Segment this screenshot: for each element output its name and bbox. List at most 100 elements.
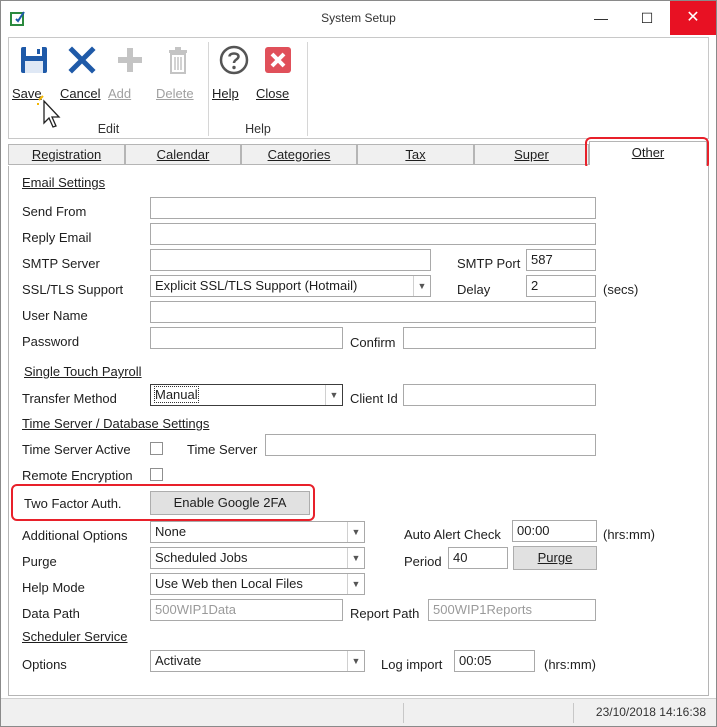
help-mode-value: Use Web then Local Files bbox=[155, 576, 303, 591]
data-path-input[interactable]: 500WIP1Data bbox=[150, 599, 343, 621]
ssl-tls-select[interactable]: Explicit SSL/TLS Support (Hotmail) ▼ bbox=[150, 275, 431, 297]
smtp-server-input[interactable] bbox=[150, 249, 431, 271]
purge-label: Purge bbox=[22, 554, 57, 569]
scheduler-options-select[interactable]: Activate ▼ bbox=[150, 650, 365, 672]
time-server-active-label: Time Server Active bbox=[22, 442, 131, 457]
group-label-help: Help bbox=[245, 122, 271, 136]
client-id-label: Client Id bbox=[350, 391, 398, 406]
log-import-label: Log import bbox=[381, 657, 443, 672]
status-datetime: 23/10/2018 14:16:38 bbox=[595, 705, 706, 719]
confirm-input[interactable] bbox=[403, 327, 596, 349]
log-import-unit-label: (hrs:mm) bbox=[544, 657, 596, 672]
window-close-button[interactable]: ✕ bbox=[670, 1, 716, 35]
client-id-input[interactable] bbox=[403, 384, 596, 406]
close-button[interactable]: Close bbox=[256, 44, 300, 104]
confirm-label: Confirm bbox=[350, 335, 396, 350]
add-label: Add bbox=[108, 86, 132, 101]
tab-super[interactable]: Super bbox=[474, 144, 589, 165]
transfer-method-select[interactable]: Manual ▼ bbox=[150, 384, 343, 406]
scheduler-options-value: Activate bbox=[155, 653, 202, 668]
help-icon bbox=[219, 45, 249, 75]
remote-encryption-label: Remote Encryption bbox=[22, 468, 133, 483]
time-server-label: Time Server bbox=[187, 442, 258, 457]
two-factor-highlight bbox=[11, 484, 315, 521]
delay-label: Delay bbox=[457, 282, 491, 297]
add-button[interactable]: Add bbox=[108, 44, 152, 104]
tab-calendar[interactable]: Calendar bbox=[125, 144, 241, 165]
scheduler-heading: Scheduler Service bbox=[22, 629, 128, 644]
add-icon bbox=[118, 48, 142, 72]
period-input[interactable]: 40 bbox=[448, 547, 508, 569]
maximize-button[interactable]: ☐ bbox=[624, 1, 670, 35]
transfer-method-value: Manual bbox=[154, 386, 199, 403]
auto-alert-unit-label: (hrs:mm) bbox=[603, 527, 655, 542]
password-input[interactable] bbox=[150, 327, 343, 349]
log-import-input[interactable]: 00:05 bbox=[454, 650, 535, 672]
delete-label: Delete bbox=[156, 86, 194, 101]
send-from-label: Send From bbox=[22, 204, 87, 219]
remote-encryption-checkbox[interactable] bbox=[150, 468, 163, 481]
delete-icon bbox=[169, 47, 187, 74]
chevron-down-icon: ▼ bbox=[347, 548, 364, 568]
smtp-port-label: SMTP Port bbox=[457, 256, 521, 271]
chevron-down-icon: ▼ bbox=[347, 651, 364, 671]
auto-alert-input[interactable]: 00:00 bbox=[512, 520, 597, 542]
status-divider bbox=[573, 703, 574, 723]
save-icon bbox=[21, 47, 47, 73]
purge-button[interactable]: Purge bbox=[513, 546, 597, 570]
transfer-method-label: Transfer Method bbox=[22, 391, 117, 406]
status-divider bbox=[403, 703, 404, 723]
smtp-server-label: SMTP Server bbox=[22, 256, 100, 271]
cancel-button[interactable]: Cancel bbox=[60, 44, 104, 104]
time-server-active-checkbox[interactable] bbox=[150, 442, 163, 455]
reply-email-label: Reply Email bbox=[22, 230, 92, 245]
chevron-down-icon: ▼ bbox=[347, 574, 364, 594]
auto-alert-label: Auto Alert Check bbox=[404, 527, 501, 542]
ribbon: Save Cancel Add Delete Help Close Edit H… bbox=[8, 37, 709, 139]
stp-heading: Single Touch Payroll bbox=[24, 364, 142, 379]
system-setup-window: System Setup — ☐ ✕ Save Cancel Add Delet… bbox=[0, 0, 717, 727]
delete-button[interactable]: Delete bbox=[156, 44, 200, 104]
help-button[interactable]: Help bbox=[212, 44, 256, 104]
status-bar: 23/10/2018 14:16:38 bbox=[1, 698, 716, 726]
user-name-input[interactable] bbox=[150, 301, 596, 323]
send-from-input[interactable] bbox=[150, 197, 596, 219]
chevron-down-icon: ▼ bbox=[325, 385, 342, 405]
time-server-input[interactable] bbox=[265, 434, 596, 456]
report-path-input[interactable]: 500WIP1Reports bbox=[428, 599, 596, 621]
close-icon bbox=[265, 47, 291, 73]
smtp-port-input[interactable]: 587 bbox=[526, 249, 596, 271]
chevron-down-icon: ▼ bbox=[347, 522, 364, 542]
other-settings-panel: Email Settings Send From Reply Email SMT… bbox=[8, 166, 709, 696]
help-label: Help bbox=[212, 86, 239, 101]
tab-tax[interactable]: Tax bbox=[357, 144, 474, 165]
tab-registration[interactable]: Registration bbox=[8, 144, 125, 165]
scheduler-options-label: Options bbox=[22, 657, 67, 672]
cancel-icon bbox=[68, 46, 96, 74]
email-settings-heading: Email Settings bbox=[22, 175, 106, 190]
password-label: Password bbox=[22, 334, 80, 349]
ssl-tls-label: SSL/TLS Support bbox=[22, 282, 124, 297]
chevron-down-icon: ▼ bbox=[413, 276, 430, 296]
data-path-label: Data Path bbox=[22, 606, 80, 621]
reply-email-input[interactable] bbox=[150, 223, 596, 245]
help-mode-select[interactable]: Use Web then Local Files ▼ bbox=[150, 573, 365, 595]
purge-value: Scheduled Jobs bbox=[155, 550, 248, 565]
ribbon-separator bbox=[307, 42, 308, 136]
additional-options-label: Additional Options bbox=[22, 528, 128, 543]
mouse-cursor-icon bbox=[37, 95, 61, 128]
delay-input[interactable]: 2 bbox=[526, 275, 596, 297]
user-name-label: User Name bbox=[22, 308, 88, 323]
delay-unit-label: (secs) bbox=[603, 282, 639, 297]
close-label: Close bbox=[256, 86, 290, 101]
tab-categories[interactable]: Categories bbox=[241, 144, 357, 165]
additional-options-select[interactable]: None ▼ bbox=[150, 521, 365, 543]
minimize-button[interactable]: — bbox=[578, 1, 624, 35]
title-bar: System Setup — ☐ ✕ bbox=[1, 1, 716, 35]
help-mode-label: Help Mode bbox=[22, 580, 85, 595]
purge-select[interactable]: Scheduled Jobs ▼ bbox=[150, 547, 365, 569]
ssl-tls-value: Explicit SSL/TLS Support (Hotmail) bbox=[155, 278, 358, 293]
cancel-label: Cancel bbox=[60, 86, 101, 101]
report-path-label: Report Path bbox=[350, 606, 420, 621]
time-server-heading: Time Server / Database Settings bbox=[22, 416, 210, 431]
